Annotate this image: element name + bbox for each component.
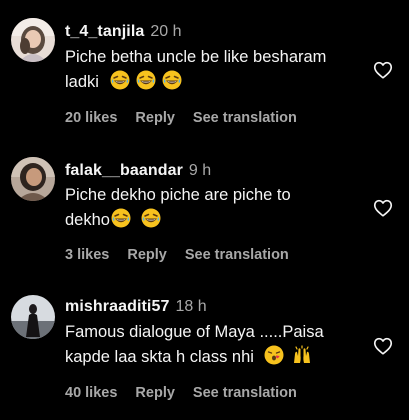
username[interactable]: falak__baandar (65, 162, 183, 179)
comment-text-line: kapde laa skta h class nhi (65, 348, 254, 366)
see-translation-button[interactable]: See translation (193, 385, 297, 401)
likes-count[interactable]: 3 likes (65, 247, 109, 263)
comment-text: Piche dekho piche are piche to dekho (65, 183, 365, 233)
comment-time: 20 h (150, 23, 182, 40)
reply-button[interactable]: Reply (135, 110, 175, 126)
laughing-emoji (111, 208, 131, 228)
comment-time: 18 h (175, 298, 207, 315)
laughing-emoji (136, 70, 156, 90)
comment-text-line: Piche betha uncle be like besharam (65, 48, 327, 66)
comment-text: Famous dialogue of Maya .....Paisa kapde… (65, 320, 365, 370)
comment-time: 9 h (188, 162, 212, 179)
comment-text-line: Piche dekho piche are piche to (65, 186, 291, 204)
laughing-emoji (162, 70, 182, 90)
reply-button[interactable]: Reply (135, 385, 175, 401)
comment-text-line: Famous dialogue of Maya .....Paisa (65, 323, 324, 341)
heart-outline-icon[interactable] (372, 59, 394, 81)
comment-item: falak__baandar 9 h Piche dekho piche are … (0, 140, 409, 280)
comment-text-line: ladki (65, 73, 99, 91)
comment-text-line: dekho (65, 211, 110, 229)
laughing-emoji (110, 70, 130, 90)
likes-count[interactable]: 20 likes (65, 110, 117, 126)
reply-button[interactable]: Reply (127, 247, 167, 263)
see-translation-button[interactable]: See translation (185, 247, 289, 263)
laughing-emoji (141, 208, 161, 228)
comment-text: Piche betha uncle be like besharam ladki (65, 45, 365, 95)
avatar[interactable] (11, 157, 55, 201)
comment-item: t_4_tanjila 20 h Piche betha uncle be lik… (0, 0, 409, 140)
username[interactable]: mishraaditi57 (65, 298, 169, 315)
blowing-kiss-emoji (264, 345, 284, 365)
heart-outline-icon[interactable] (372, 335, 394, 357)
raising-hands-emoji (293, 345, 310, 363)
see-translation-button[interactable]: See translation (193, 110, 297, 126)
avatar[interactable] (11, 18, 55, 62)
heart-outline-icon[interactable] (372, 197, 394, 219)
username[interactable]: t_4_tanjila (65, 23, 144, 40)
avatar[interactable] (11, 295, 55, 339)
likes-count[interactable]: 40 likes (65, 385, 117, 401)
comment-item: mishraaditi57 18 h Famous dialogue of May… (0, 280, 409, 420)
